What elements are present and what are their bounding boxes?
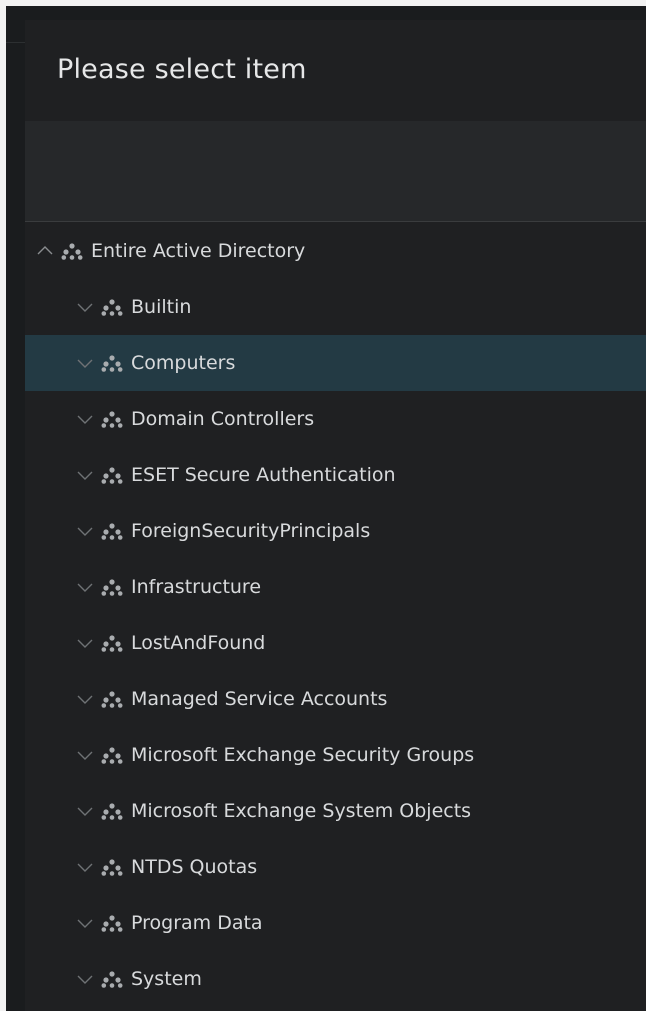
chevron-down-icon[interactable]: [76, 410, 94, 428]
tree-item-label: ForeignSecurityPrincipals: [131, 520, 371, 542]
org-unit-icon: [101, 634, 123, 652]
chevron-down-icon[interactable]: [76, 914, 94, 932]
chevron-down-icon[interactable]: [76, 634, 94, 652]
org-unit-icon: [61, 242, 83, 260]
chevron-down-icon[interactable]: [76, 298, 94, 316]
tree-children: Builtin Computers Domain Controllers ESET S…: [25, 279, 646, 1007]
tree-item-label: System: [131, 968, 202, 990]
tree-item-program-data[interactable]: Program Data: [25, 895, 646, 951]
tree-item-label: Microsoft Exchange Security Groups: [131, 744, 475, 766]
tree-item-label: Infrastructure: [131, 576, 262, 598]
filter-area: [25, 121, 646, 222]
tree-item-label: Managed Service Accounts: [131, 688, 388, 710]
chevron-down-icon[interactable]: [76, 802, 94, 820]
dialog-title: Please select item: [57, 54, 307, 85]
org-unit-icon: [101, 578, 123, 596]
tree-item-system[interactable]: System: [25, 951, 646, 1007]
org-unit-icon: [101, 746, 123, 764]
dialog-header: Please select item: [25, 20, 646, 121]
chevron-down-icon[interactable]: [76, 466, 94, 484]
directory-tree: Entire Active Directory Builtin Computers…: [25, 222, 646, 1007]
chevron-down-icon[interactable]: [76, 690, 94, 708]
tree-item-label: Microsoft Exchange System Objects: [131, 800, 472, 822]
tree-item-label: Domain Controllers: [131, 408, 315, 430]
tree-item-label: LostAndFound: [131, 632, 266, 654]
tree-item-lostandfound[interactable]: LostAndFound: [25, 615, 646, 671]
org-unit-icon: [101, 914, 123, 932]
chevron-up-icon[interactable]: [36, 242, 54, 260]
tree-item-infrastructure[interactable]: Infrastructure: [25, 559, 646, 615]
chevron-down-icon[interactable]: [76, 354, 94, 372]
org-unit-icon: [101, 690, 123, 708]
tree-item-microsoft-exchange-security-groups[interactable]: Microsoft Exchange Security Groups: [25, 727, 646, 783]
tree-item-label: Builtin: [131, 296, 192, 318]
tree-item-label: NTDS Quotas: [131, 856, 258, 878]
tree-item-eset-secure-authentication[interactable]: ESET Secure Authentication: [25, 447, 646, 503]
chevron-down-icon[interactable]: [76, 522, 94, 540]
tree-item-managed-service-accounts[interactable]: Managed Service Accounts: [25, 671, 646, 727]
tree-root-entire-active-directory[interactable]: Entire Active Directory: [25, 222, 646, 279]
tree-item-computers[interactable]: Computers: [25, 335, 646, 391]
org-unit-icon: [101, 466, 123, 484]
org-unit-icon: [101, 970, 123, 988]
tree-item-label: ESET Secure Authentication: [131, 464, 396, 486]
org-unit-icon: [101, 522, 123, 540]
org-unit-icon: [101, 858, 123, 876]
chevron-down-icon[interactable]: [76, 970, 94, 988]
tree-item-ntds-quotas[interactable]: NTDS Quotas: [25, 839, 646, 895]
tree-item-foreignsecurityprincipals[interactable]: ForeignSecurityPrincipals: [25, 503, 646, 559]
select-item-dialog: Please select item Entire Active Directo…: [25, 20, 646, 1011]
tree-item-builtin[interactable]: Builtin: [25, 279, 646, 335]
chevron-down-icon[interactable]: [76, 746, 94, 764]
tree-item-label: Program Data: [131, 912, 263, 934]
chevron-down-icon[interactable]: [76, 858, 94, 876]
background-divider: [6, 42, 25, 43]
org-unit-icon: [101, 298, 123, 316]
tree-item-label: Computers: [131, 352, 236, 374]
org-unit-icon: [101, 802, 123, 820]
tree-item-microsoft-exchange-system-objects[interactable]: Microsoft Exchange System Objects: [25, 783, 646, 839]
org-unit-icon: [101, 410, 123, 428]
org-unit-icon: [101, 354, 123, 372]
tree-item-domain-controllers[interactable]: Domain Controllers: [25, 391, 646, 447]
tree-root-label: Entire Active Directory: [91, 239, 306, 262]
chevron-down-icon[interactable]: [76, 578, 94, 596]
